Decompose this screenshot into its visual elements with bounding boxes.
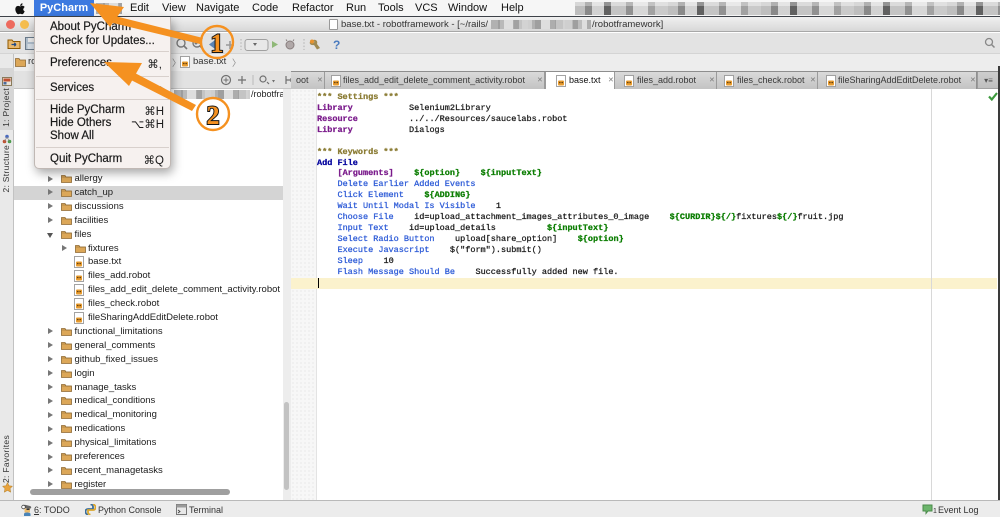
svg-text:?: ? — [333, 38, 340, 51]
svg-text:1: 1 — [211, 29, 224, 58]
svg-text:2: 2 — [207, 101, 220, 130]
